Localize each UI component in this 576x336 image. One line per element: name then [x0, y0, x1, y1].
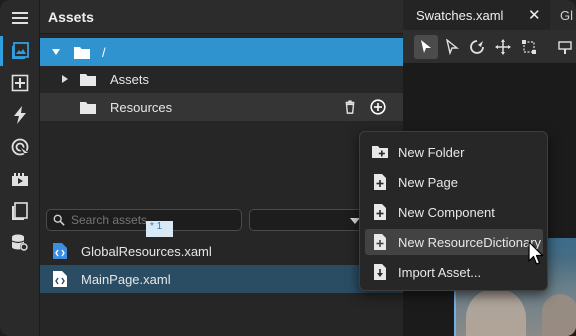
menu-item-label: New Component: [398, 204, 495, 220]
lightning-icon[interactable]: [8, 103, 32, 127]
database-icon[interactable]: [8, 231, 32, 255]
close-icon[interactable]: ✕: [528, 6, 541, 24]
tree-item-resources[interactable]: Resources: [40, 93, 403, 121]
file-name: GlobalResources.xaml: [81, 243, 212, 259]
trash-icon[interactable]: [341, 98, 359, 116]
transform-tool-icon[interactable]: [517, 35, 541, 59]
expand-chevron-icon[interactable]: [62, 75, 68, 83]
tree-item-label: Assets: [110, 71, 150, 87]
tree-item-label: Resources: [110, 99, 173, 115]
media-icon[interactable]: [8, 167, 32, 191]
tab-label: Gl: [560, 8, 573, 23]
more-tools-icon[interactable]: [553, 35, 576, 59]
xaml-file-icon: [53, 271, 67, 287]
toolbox-icon[interactable]: [8, 71, 32, 95]
active-indicator: [0, 36, 3, 66]
new-file-icon: [374, 174, 386, 190]
folder-icon: [74, 46, 90, 59]
menu-item-new-resource-dictionary[interactable]: New ResourceDictionary: [365, 229, 543, 255]
assets-icon[interactable]: [8, 39, 32, 63]
move-tool-icon[interactable]: [491, 35, 515, 59]
menu-item-new-component[interactable]: New Component: [365, 199, 543, 225]
select-tool-icon[interactable]: [414, 35, 438, 59]
tree-item-label: /: [102, 44, 106, 60]
preview-shape: [466, 288, 526, 336]
xaml-file-icon: [53, 243, 67, 259]
ruler-badge: * 1: [146, 221, 173, 237]
menu-item-new-page[interactable]: New Page: [365, 169, 543, 195]
mouse-pointer-icon: [528, 241, 544, 265]
menu-item-label: New ResourceDictionary: [398, 234, 542, 250]
add-circle-icon[interactable]: [369, 98, 387, 116]
hamburger-menu-icon[interactable]: [8, 6, 32, 30]
tree-item-root[interactable]: /: [40, 38, 403, 66]
target-icon[interactable]: [8, 135, 32, 159]
new-file-icon: [374, 204, 386, 220]
editor-tabs: Swatches.xaml ✕ Gl: [403, 0, 576, 30]
tab-swatches[interactable]: Swatches.xaml ✕: [403, 0, 550, 30]
design-toolbar: [403, 30, 576, 64]
assets-panel: Assets / Assets Resources Search assets …: [40, 0, 403, 336]
new-file-icon: [374, 234, 386, 250]
search-field[interactable]: [46, 209, 242, 231]
direct-select-tool-icon[interactable]: [440, 35, 464, 59]
filter-dropdown[interactable]: [249, 209, 369, 231]
activity-rail: [0, 0, 40, 336]
folder-icon: [80, 101, 96, 114]
menu-item-label: New Page: [398, 174, 458, 190]
file-item[interactable]: GlobalResources.xaml: [40, 237, 403, 265]
tab-label: Swatches.xaml: [416, 8, 504, 23]
panel-title: Assets: [48, 9, 94, 25]
import-file-icon: [374, 264, 386, 280]
expand-chevron-icon[interactable]: [52, 49, 60, 55]
pages-icon[interactable]: [8, 199, 32, 223]
context-menu: New Folder New Page New Component New Re…: [359, 131, 548, 291]
menu-item-new-folder[interactable]: New Folder: [365, 139, 543, 165]
preview-shape: [542, 294, 576, 336]
app-window: Assets / Assets Resources Search assets …: [0, 0, 576, 336]
new-folder-icon: [372, 146, 388, 158]
search-icon: [53, 214, 65, 226]
panel-header: Assets: [40, 0, 403, 34]
pen-tool-icon[interactable]: [465, 35, 489, 59]
tab-global[interactable]: Gl: [560, 8, 573, 23]
file-item-selected[interactable]: MainPage.xaml: [40, 265, 403, 293]
folder-icon: [80, 73, 96, 86]
menu-item-label: New Folder: [398, 144, 465, 160]
tree-item-assets[interactable]: Assets: [40, 65, 403, 93]
file-name: MainPage.xaml: [81, 271, 171, 287]
menu-item-import-asset[interactable]: Import Asset...: [365, 259, 543, 285]
menu-item-label: Import Asset...: [398, 264, 482, 280]
